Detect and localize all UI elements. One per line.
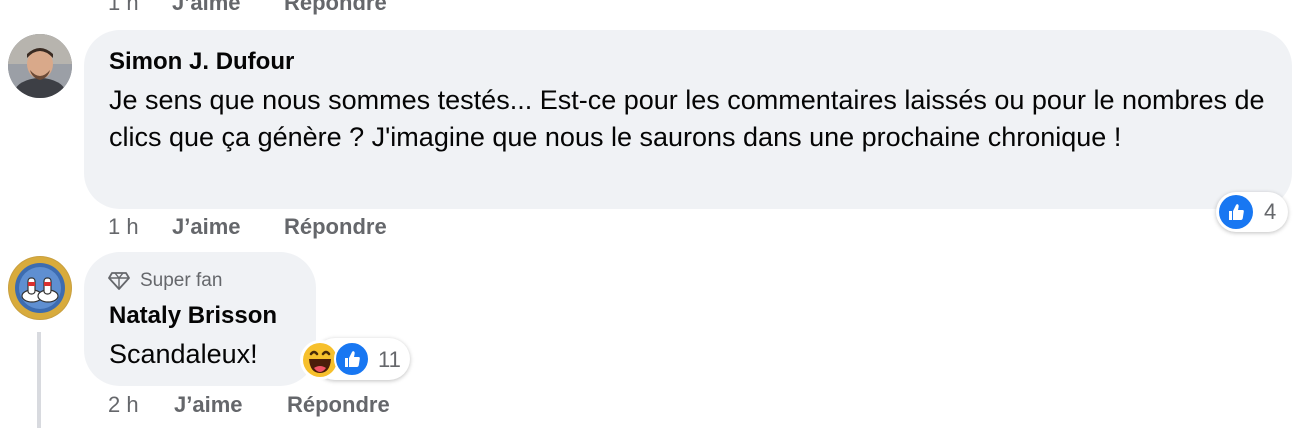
profile-photo-icon: [8, 34, 72, 98]
reply-button[interactable]: Répondre: [287, 392, 390, 418]
reply-button[interactable]: Répondre: [284, 0, 387, 16]
comment-actions: 1 h J’aime Répondre: [108, 212, 387, 242]
profile-illustration-icon: [9, 257, 71, 319]
like-button[interactable]: J’aime: [172, 0, 284, 16]
badge-label: Super fan: [140, 270, 223, 291]
like-icon: [334, 341, 370, 377]
reactions-summary[interactable]: 4: [1216, 192, 1288, 232]
comment-timestamp[interactable]: 1 h: [108, 214, 172, 240]
comment-author[interactable]: Nataly Brisson: [109, 302, 277, 330]
previous-comment-actions: 1 h J’aime Répondre: [108, 0, 387, 18]
reactions-summary[interactable]: 11: [300, 338, 410, 380]
avatar[interactable]: [8, 256, 72, 320]
comment-text: Scandaleux!: [109, 339, 258, 369]
comment-timestamp[interactable]: 1 h: [108, 0, 172, 16]
like-button[interactable]: J’aime: [172, 214, 284, 240]
comment-author[interactable]: Simon J. Dufour: [109, 48, 294, 76]
avatar[interactable]: [8, 34, 72, 98]
comment-bubble: Simon J. Dufour Je sens que nous sommes …: [84, 30, 1292, 209]
thread-line: [37, 332, 41, 428]
comment-actions: 2 h J’aime Répondre: [108, 390, 390, 420]
comment-text: Je sens que nous sommes testés... Est-ce…: [109, 85, 1265, 152]
comment-bubble: Super fan Nataly Brisson Scandaleux!: [84, 252, 316, 386]
like-button[interactable]: J’aime: [174, 392, 287, 418]
like-icon: [1219, 195, 1253, 229]
diamond-icon: [108, 272, 130, 290]
comment-timestamp[interactable]: 2 h: [108, 392, 174, 418]
reply-button[interactable]: Répondre: [284, 214, 387, 240]
super-fan-badge[interactable]: Super fan: [108, 270, 222, 292]
reaction-count: 4: [1264, 199, 1277, 224]
reaction-count: 11: [378, 347, 401, 372]
